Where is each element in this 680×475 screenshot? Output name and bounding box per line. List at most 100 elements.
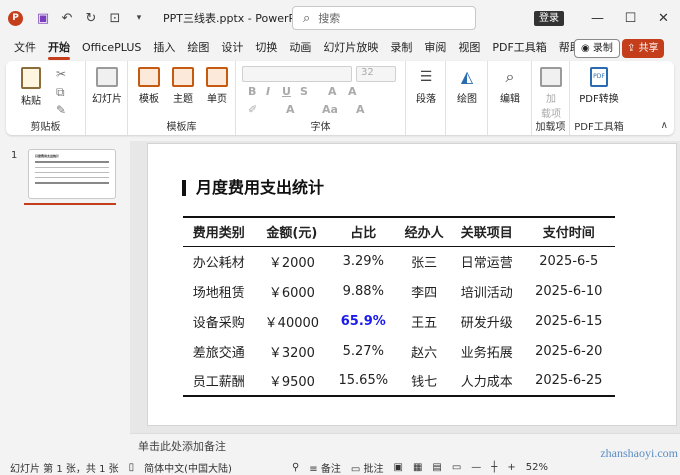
table-cell: ￥6000 — [268, 285, 315, 301]
tab-design[interactable]: 设计 — [215, 36, 249, 60]
tab-draw[interactable]: 绘图 — [181, 36, 215, 60]
slideshow-view-icon[interactable]: ▭ — [452, 462, 461, 473]
language-status[interactable]: 简体中文(中国大陆) — [144, 460, 232, 475]
font-color-icon[interactable]: A — [286, 103, 295, 116]
record-button[interactable]: ◉ 录制 — [574, 39, 620, 58]
addins-label: 加 载项 — [541, 94, 561, 120]
share-icon: ⇪ — [627, 43, 639, 54]
table-cell: 办公耗材 — [192, 255, 245, 271]
table-cell: ￥9500 — [254, 366, 330, 397]
tab-animations[interactable]: 动画 — [283, 36, 317, 60]
slide-canvas[interactable]: 月度费用支出统计 费用类别 金额(元) 占比 经办人 关联项目 支付时间 办公耗… — [147, 143, 677, 426]
underline-icon[interactable]: U — [282, 85, 291, 98]
present-icon[interactable]: ⊡ — [105, 11, 125, 26]
paragraph-label: 段落 — [416, 94, 436, 105]
notes-icon: ≡ — [309, 463, 321, 475]
table-cell: 9.88% — [342, 283, 384, 299]
tab-file[interactable]: 文件 — [8, 36, 42, 60]
search-input[interactable]: ⌕ 搜索 — [292, 6, 476, 30]
cut-icon[interactable]: ✂ — [56, 67, 66, 81]
theme-label: 主题 — [173, 94, 193, 105]
editing-button[interactable]: ⌕ 编辑 — [494, 67, 526, 105]
tab-slideshow[interactable]: 幻灯片放映 — [317, 36, 384, 60]
reading-view-icon[interactable]: ▤ — [432, 462, 441, 473]
minimize-button[interactable]: — — [581, 11, 614, 26]
font-shrink-icon[interactable]: A — [348, 85, 357, 98]
three-line-table[interactable]: 费用类别 金额(元) 占比 经办人 关联项目 支付时间 办公耗材 ￥2000 3… — [183, 216, 615, 397]
slide-title[interactable]: 月度费用支出统计 — [182, 180, 324, 196]
highlight-icon[interactable]: ✐ — [248, 103, 257, 116]
slide-thumbnail[interactable]: 月度费用支出统计 — [28, 149, 116, 199]
format-painter-icon[interactable]: ✎ — [56, 103, 66, 117]
font-size-select[interactable]: 32 — [356, 66, 396, 82]
zoom-slider[interactable]: ┼ — [491, 462, 497, 473]
notes-button[interactable]: ≡ 备注 — [309, 460, 341, 475]
tab-home[interactable]: 开始 — [42, 36, 76, 60]
paragraph-group: ☰ 段落 — [406, 61, 446, 135]
template-button[interactable]: 模板 — [134, 67, 164, 105]
login-button[interactable]: 登录 — [534, 11, 564, 26]
comments-button[interactable]: ▭ 批注 — [351, 460, 384, 475]
share-button[interactable]: ⇪ 共享 — [622, 39, 664, 58]
single-page-button[interactable]: 单页 — [202, 67, 232, 105]
accessibility-check-icon[interactable]: ⚲ — [292, 462, 299, 473]
table-cell: 李四 — [411, 285, 438, 301]
thumbnail-line — [35, 167, 109, 168]
table-cell: 2025-6-25 — [522, 366, 615, 397]
share-label: 共享 — [638, 43, 659, 54]
close-button[interactable]: ✕ — [647, 11, 680, 26]
customize-qat-icon[interactable]: ▾ — [129, 13, 149, 23]
thumbnail-line — [35, 161, 109, 163]
normal-view-icon[interactable]: ▣ — [393, 462, 402, 473]
tab-officeplus[interactable]: OfficePLUS — [76, 36, 147, 60]
notes-pane[interactable]: 单击此处添加备注 — [130, 433, 680, 459]
accessibility-icon[interactable]: ▯ — [129, 462, 135, 473]
drawing-group: ◭ 绘图 — [446, 61, 488, 135]
bold-icon[interactable]: B — [248, 85, 256, 98]
save-icon[interactable]: ▣ — [33, 11, 53, 26]
theme-button[interactable]: 主题 — [168, 67, 198, 105]
addins-button[interactable]: 加 载项 — [536, 67, 566, 120]
watermark: zhanshaoyi.com — [600, 446, 678, 460]
table-cell: 员工薪酬 — [183, 366, 255, 397]
search-icon: ⌕ — [303, 10, 311, 26]
drawing-label: 绘图 — [457, 94, 477, 105]
table-header: 金额(元) — [254, 216, 330, 247]
zoom-in-icon[interactable]: + — [507, 462, 515, 473]
collapse-ribbon-icon[interactable]: ∧ — [661, 120, 668, 131]
redo-icon[interactable]: ↻ — [81, 11, 101, 26]
paste-button[interactable]: 粘贴 — [16, 67, 46, 107]
zoom-level[interactable]: 52% — [526, 462, 548, 473]
italic-icon[interactable]: I — [266, 85, 270, 98]
maximize-button[interactable]: ☐ — [614, 11, 647, 26]
tab-pdf-toolbox[interactable]: PDF工具箱 — [486, 36, 552, 60]
strikethrough-icon[interactable]: S — [300, 85, 308, 98]
tab-transitions[interactable]: 切换 — [249, 36, 283, 60]
table-cell: 日常运营 — [460, 255, 513, 271]
slide-button[interactable]: 幻灯片 — [90, 67, 124, 105]
clear-format-icon[interactable]: A — [356, 103, 365, 116]
table-cell: 设备采购 — [192, 315, 245, 331]
pdf-convert-button[interactable]: PDF PDF转换 — [574, 67, 624, 105]
font-name-select[interactable] — [242, 66, 352, 82]
table-cell-highlighted: 65.9% — [340, 313, 386, 329]
ribbon: 粘贴 ✂ ⧉ ✎ 剪贴板 幻灯片 模板 主题 单页 模板库 32 B I U S — [6, 61, 674, 135]
paragraph-button[interactable]: ☰ 段落 — [410, 67, 442, 105]
copy-icon[interactable]: ⧉ — [56, 85, 65, 100]
thumbnail-title: 月度费用支出统计 — [35, 154, 60, 158]
shapes-icon: ◭ — [460, 67, 474, 86]
quick-access-toolbar: ▣ ↶ ↻ ⊡ ▾ — [33, 11, 149, 26]
tab-insert[interactable]: 插入 — [147, 36, 181, 60]
zoom-out-icon[interactable]: — — [471, 462, 481, 473]
change-case-icon[interactable]: Aa — [322, 103, 338, 116]
undo-icon[interactable]: ↶ — [57, 11, 77, 26]
table-cell: 差旅交通 — [192, 345, 245, 361]
slide-sorter-icon[interactable]: ▦ — [413, 462, 422, 473]
drawing-button[interactable]: ◭ 绘图 — [452, 67, 482, 105]
comments-label: 批注 — [363, 463, 384, 475]
tab-view[interactable]: 视图 — [452, 36, 486, 60]
font-grow-icon[interactable]: A — [328, 85, 337, 98]
clipboard-label: 剪贴板 — [30, 122, 61, 133]
tab-review[interactable]: 审阅 — [418, 36, 452, 60]
tab-record[interactable]: 录制 — [384, 36, 418, 60]
